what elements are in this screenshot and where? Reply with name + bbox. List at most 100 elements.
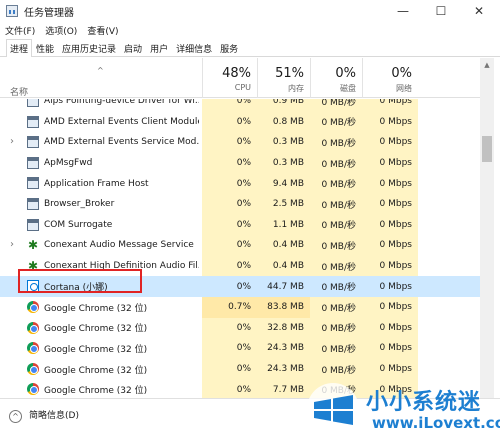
process-cpu: 0% — [202, 276, 257, 297]
process-name: Google Chrome (32 位) — [44, 303, 148, 314]
conexant-icon: ✱ — [27, 238, 39, 253]
column-memory-header[interactable]: 51% 内存 — [257, 58, 310, 98]
process-network: 0 Mbps — [362, 132, 418, 153]
window-title: 任务管理器 — [24, 7, 74, 19]
process-disk: 0 MB/秒 — [310, 111, 362, 133]
tab-startup[interactable]: 启动 — [120, 40, 146, 56]
process-disk: 0 MB/秒 — [310, 235, 362, 256]
process-row[interactable]: Google Chrome (32 位) 0% 24.3 MB 0 MB/秒 0 Mbp… — [0, 338, 480, 359]
expand-chevron-icon[interactable]: › — [10, 136, 14, 147]
process-row[interactable]: Google Chrome (32 位) 0% 24.3 MB 0 MB/秒 0 Mbp… — [0, 358, 480, 380]
chrome-icon — [27, 321, 39, 334]
process-network: 0 Mbps — [362, 338, 418, 359]
process-memory: 0.4 MB — [257, 235, 310, 256]
process-row[interactable]: COM Surrogate 0% 1.1 MB 0 MB/秒 0 Mbps — [0, 214, 480, 236]
menu-options[interactable]: 选项(O) — [40, 24, 82, 37]
tab-app-history[interactable]: 应用历史记录 — [58, 40, 120, 56]
maximize-button[interactable]: ☐ — [424, 0, 458, 22]
process-row[interactable]: Application Frame Host 0% 9.4 MB 0 MB/秒 0 Mb… — [0, 173, 480, 194]
menu-bar: 文件(F) 选项(O) 查看(V) — [0, 22, 500, 38]
disk-column-label: 磁盘 — [340, 84, 356, 93]
process-row[interactable]: Alps Pointing-device Driver for Wi... 0% 0… — [0, 99, 480, 112]
process-name: Application Frame Host — [44, 178, 149, 189]
process-network: 0 Mbps — [362, 297, 418, 318]
menu-file[interactable]: 文件(F) — [0, 24, 40, 37]
process-memory: 1.1 MB — [257, 214, 310, 236]
process-disk: 0 MB/秒 — [310, 276, 362, 297]
process-name: AMD External Events Client Module — [44, 116, 199, 127]
chrome-icon — [27, 301, 39, 313]
chevron-up-icon[interactable]: ^ — [9, 410, 22, 423]
process-disk: 0 MB/秒 — [310, 152, 362, 174]
app-icon — [27, 198, 39, 210]
fewer-details-link[interactable]: 简略信息(D) — [29, 410, 79, 423]
process-memory: 2.5 MB — [257, 194, 310, 215]
tab-details[interactable]: 详细信息 — [172, 40, 216, 56]
watermark-url: www.iLovext.com — [372, 414, 500, 432]
process-memory: 0.3 MB — [257, 132, 310, 153]
process-name: Conexant Audio Message Service — [44, 240, 194, 251]
tab-users[interactable]: 用户 — [146, 40, 172, 56]
sort-arrow-icon: ^ — [97, 66, 104, 75]
process-cpu: 0% — [202, 317, 257, 339]
process-network: 0 Mbps — [362, 111, 418, 133]
process-disk: 0 MB/秒 — [310, 99, 362, 112]
process-network: 0 Mbps — [362, 173, 418, 194]
process-memory: 0.9 MB — [257, 99, 310, 112]
process-row[interactable]: AMD External Events Client Module 0% 0.8 M… — [0, 111, 480, 133]
windows-logo-icon — [307, 383, 359, 435]
process-row[interactable]: Google Chrome (32 位) 0.7% 83.8 MB 0 MB/秒 0 M… — [0, 297, 480, 318]
column-name-header[interactable]: 名称 — [10, 85, 28, 98]
process-name: Browser_Broker — [44, 199, 115, 210]
process-network: 0 Mbps — [362, 358, 418, 380]
process-name: Alps Pointing-device Driver for Wi... — [44, 99, 199, 107]
process-network: 0 Mbps — [362, 235, 418, 256]
app-icon — [27, 218, 39, 231]
process-row[interactable]: › AMD External Events Service Mod... 0% 0.3… — [0, 132, 480, 153]
process-memory: 44.7 MB — [257, 276, 310, 297]
column-disk-header[interactable]: 0% 磁盘 — [310, 58, 362, 98]
process-network: 0 Mbps — [362, 214, 418, 236]
title-bar: 任务管理器 — ☐ ✕ — [0, 0, 500, 22]
process-name: Google Chrome (32 位) — [44, 344, 148, 355]
process-cpu: 0% — [202, 111, 257, 133]
tab-performance[interactable]: 性能 — [32, 40, 58, 56]
scroll-up-icon[interactable]: ▲ — [480, 58, 494, 72]
process-cpu: 0% — [202, 338, 257, 359]
process-row[interactable]: › ✱ Conexant Audio Message Service 0% 0.4 MB… — [0, 235, 480, 256]
cortana-highlight-box — [18, 269, 142, 293]
minimize-button[interactable]: — — [386, 0, 420, 22]
column-header: ^ 名称 48% CPU 51% 内存 0% 磁盘 0% 网络 — [0, 58, 480, 98]
site-watermark: 小小系统迷 www.iLovext.com — [306, 378, 500, 440]
process-memory: 83.8 MB — [257, 297, 310, 318]
tab-processes[interactable]: 进程 — [6, 39, 33, 57]
tab-services[interactable]: 服务 — [216, 40, 242, 56]
process-cpu: 0% — [202, 152, 257, 174]
column-cpu-header[interactable]: 48% CPU — [202, 58, 257, 98]
process-memory: 0.4 MB — [257, 255, 310, 277]
process-name: Google Chrome (32 位) — [44, 386, 148, 397]
process-list: Alps Pointing-device Driver for Wi... 0% 0… — [0, 99, 480, 398]
process-memory: 0.3 MB — [257, 152, 310, 174]
process-memory: 24.3 MB — [257, 338, 310, 359]
expand-chevron-icon[interactable]: › — [10, 239, 14, 250]
process-cpu: 0% — [202, 173, 257, 194]
watermark-brand: 小小系统迷 — [366, 390, 482, 415]
process-cpu: 0% — [202, 358, 257, 380]
close-button[interactable]: ✕ — [462, 0, 496, 22]
process-cpu: 0% — [202, 132, 257, 153]
process-row[interactable]: Google Chrome (32 位) 0% 32.8 MB 0 MB/秒 0 Mbp… — [0, 317, 480, 339]
disk-total-percent: 0% — [335, 66, 356, 81]
process-row[interactable]: Browser_Broker 0% 2.5 MB 0 MB/秒 0 Mbps — [0, 194, 480, 215]
scroll-thumb[interactable] — [482, 136, 492, 162]
process-cpu: 0% — [202, 255, 257, 277]
column-network-header[interactable]: 0% 网络 — [362, 58, 418, 98]
vertical-scrollbar[interactable]: ▲ — [480, 58, 494, 398]
process-cpu: 0% — [202, 235, 257, 256]
app-icon — [27, 99, 39, 107]
process-row[interactable]: ApMsgFwd 0% 0.3 MB 0 MB/秒 0 Mbps — [0, 152, 480, 174]
chrome-icon — [27, 342, 39, 355]
menu-view[interactable]: 查看(V) — [82, 24, 123, 37]
process-network: 0 Mbps — [362, 99, 418, 112]
process-memory: 9.4 MB — [257, 173, 310, 194]
